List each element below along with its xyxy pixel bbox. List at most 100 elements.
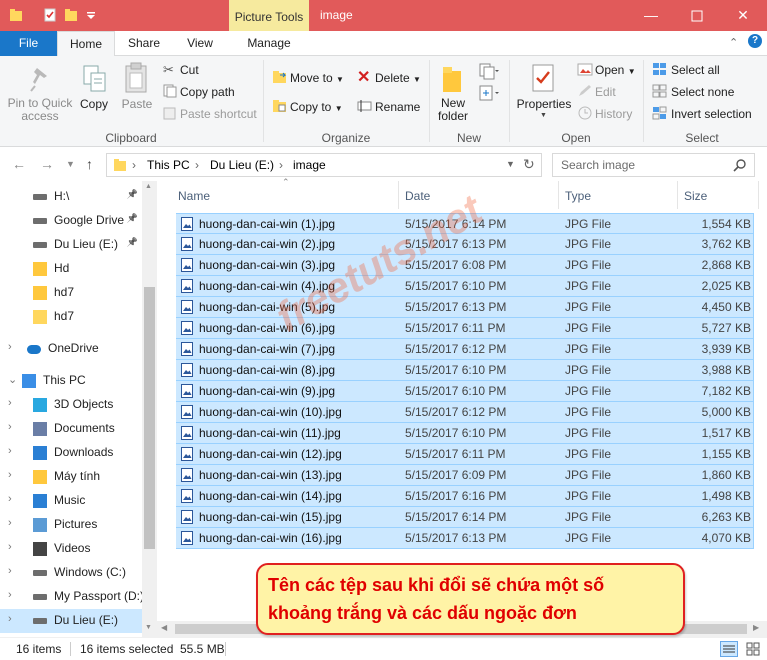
details-view-icon[interactable]: [720, 641, 738, 657]
invert-selection-button[interactable]: Invert selection: [671, 107, 752, 121]
properties-icon[interactable]: [43, 8, 57, 22]
history-button[interactable]: History: [595, 107, 632, 121]
new-item-icon[interactable]: [478, 62, 500, 80]
select-none-button[interactable]: Select none: [671, 85, 734, 99]
search-input[interactable]: Search image: [552, 153, 755, 177]
back-arrow-icon[interactable]: ←: [12, 156, 26, 172]
address-bar[interactable]: › This PC › Du Lieu (E:) › image ▼ ↻: [106, 153, 542, 177]
table-row[interactable]: huong-dan-cai-win (4).jpg 5/15/2017 6:10 …: [176, 276, 754, 297]
sidebar-item[interactable]: H:\ 📌: [0, 185, 142, 209]
table-row[interactable]: huong-dan-cai-win (9).jpg 5/15/2017 6:10 …: [176, 381, 754, 402]
table-row[interactable]: huong-dan-cai-win (3).jpg 5/15/2017 6:08 …: [176, 255, 754, 276]
table-row[interactable]: huong-dan-cai-win (6).jpg 5/15/2017 6:11 …: [176, 318, 754, 339]
new-folder-icon[interactable]: [64, 8, 78, 22]
maximize-icon[interactable]: [674, 0, 720, 31]
chevron-right-icon[interactable]: ›: [8, 397, 12, 409]
address-dropdown-icon[interactable]: ▼: [506, 159, 515, 169]
table-row[interactable]: huong-dan-cai-win (7).jpg 5/15/2017 6:12 …: [176, 339, 754, 360]
tab-manage[interactable]: Manage: [229, 31, 309, 56]
column-divider[interactable]: [398, 181, 399, 209]
customize-toolbar-icon[interactable]: [84, 8, 98, 22]
new-folder-button[interactable]: New folder: [431, 97, 475, 123]
edit-button[interactable]: Edit: [595, 85, 616, 99]
column-divider[interactable]: [677, 181, 678, 209]
nav-scrollbar-thumb[interactable]: [144, 287, 155, 549]
table-row[interactable]: huong-dan-cai-win (12).jpg 5/15/2017 6:11…: [176, 444, 754, 465]
paste-button[interactable]: Paste: [118, 97, 156, 111]
large-icons-view-icon[interactable]: [745, 641, 761, 657]
properties-button[interactable]: Properties: [514, 97, 574, 111]
select-all-button[interactable]: Select all: [671, 63, 720, 77]
tab-home[interactable]: Home: [57, 31, 115, 57]
chevron-right-icon[interactable]: ›: [8, 613, 12, 625]
column-name[interactable]: Name: [178, 189, 210, 203]
pin-icon[interactable]: 📌: [127, 189, 138, 200]
folder-icon[interactable]: [9, 8, 23, 22]
table-row[interactable]: huong-dan-cai-win (16).jpg 5/15/2017 6:13…: [176, 528, 754, 549]
sidebar-item[interactable]: › Du Lieu (E:): [0, 609, 142, 633]
chevron-down-icon[interactable]: ⌄: [8, 373, 17, 386]
move-to-button[interactable]: Move to ▼: [290, 71, 344, 85]
tab-file[interactable]: File: [0, 31, 57, 56]
sidebar-item[interactable]: › Windows (C:): [0, 561, 142, 585]
breadcrumb-image[interactable]: image: [293, 158, 326, 172]
sidebar-item[interactable]: › My Passport (D:): [0, 585, 144, 609]
column-type[interactable]: Type: [565, 189, 591, 203]
sidebar-item[interactable]: › Documents: [0, 417, 142, 441]
column-divider[interactable]: [758, 181, 759, 209]
copy-path-button[interactable]: Copy path: [180, 85, 235, 99]
chevron-right-icon[interactable]: ›: [8, 589, 12, 601]
recent-locations-icon[interactable]: ▼: [66, 159, 75, 169]
pin-icon[interactable]: 📌: [127, 213, 138, 224]
chevron-right-icon[interactable]: ›: [8, 341, 12, 353]
column-divider[interactable]: [558, 181, 559, 209]
sidebar-item[interactable]: › OneDrive: [0, 337, 142, 361]
open-button[interactable]: Open ▼: [595, 63, 636, 77]
forward-arrow-icon[interactable]: →: [40, 156, 54, 172]
chevron-right-icon[interactable]: ›: [8, 421, 12, 433]
collapse-ribbon-icon[interactable]: ⌃: [729, 36, 738, 49]
cut-button[interactable]: Cut: [180, 63, 199, 77]
rename-button[interactable]: Rename: [375, 100, 420, 114]
help-icon[interactable]: ?: [748, 34, 762, 48]
breadcrumb-drive[interactable]: Du Lieu (E:): [210, 158, 274, 172]
sidebar-item[interactable]: › 3D Objects: [0, 393, 142, 417]
easy-access-icon[interactable]: [478, 84, 500, 102]
table-row[interactable]: huong-dan-cai-win (5).jpg 5/15/2017 6:13 …: [176, 297, 754, 318]
sidebar-item[interactable]: hd7: [0, 305, 142, 329]
delete-button[interactable]: Delete ▼: [375, 71, 421, 85]
sidebar-item[interactable]: Hd: [0, 257, 142, 281]
sidebar-item[interactable]: › Videos: [0, 537, 142, 561]
sidebar-item[interactable]: › Downloads: [0, 441, 142, 465]
chevron-right-icon[interactable]: ›: [8, 469, 12, 481]
sidebar-item[interactable]: › Máy tính: [0, 465, 142, 489]
chevron-right-icon[interactable]: ›: [8, 493, 12, 505]
up-arrow-icon[interactable]: ↑: [86, 156, 93, 172]
close-icon[interactable]: ✕: [720, 0, 766, 31]
sidebar-item[interactable]: hd7: [0, 281, 142, 305]
pin-icon[interactable]: 📌: [127, 237, 138, 248]
column-size[interactable]: Size: [684, 189, 707, 203]
sidebar-item[interactable]: ⌄ This PC: [0, 369, 142, 393]
scroll-right-icon[interactable]: ▶: [753, 623, 759, 632]
table-row[interactable]: huong-dan-cai-win (14).jpg 5/15/2017 6:16…: [176, 486, 754, 507]
sidebar-item[interactable]: Google Drive 📌: [0, 209, 142, 233]
search-icon[interactable]: [733, 158, 747, 172]
chevron-right-icon[interactable]: ›: [8, 445, 12, 457]
table-row[interactable]: huong-dan-cai-win (11).jpg 5/15/2017 6:10…: [176, 423, 754, 444]
column-date[interactable]: Date: [405, 189, 430, 203]
chevron-right-icon[interactable]: ›: [8, 565, 12, 577]
table-row[interactable]: huong-dan-cai-win (8).jpg 5/15/2017 6:10 …: [176, 360, 754, 381]
copy-to-button[interactable]: Copy to ▼: [290, 100, 343, 114]
pin-to-quick-access-button[interactable]: Pin to Quick access: [2, 97, 78, 123]
sidebar-item[interactable]: › Pictures: [0, 513, 142, 537]
scroll-up-icon[interactable]: ▲: [145, 183, 152, 190]
chevron-right-icon[interactable]: ›: [8, 541, 12, 553]
chevron-right-icon[interactable]: ›: [8, 517, 12, 529]
scroll-down-icon[interactable]: ▼: [145, 624, 152, 631]
refresh-icon[interactable]: ↻: [523, 156, 535, 173]
scroll-left-icon[interactable]: ◀: [161, 623, 167, 632]
tab-share[interactable]: Share: [118, 31, 170, 56]
table-row[interactable]: huong-dan-cai-win (13).jpg 5/15/2017 6:09…: [176, 465, 754, 486]
table-row[interactable]: huong-dan-cai-win (15).jpg 5/15/2017 6:14…: [176, 507, 754, 528]
